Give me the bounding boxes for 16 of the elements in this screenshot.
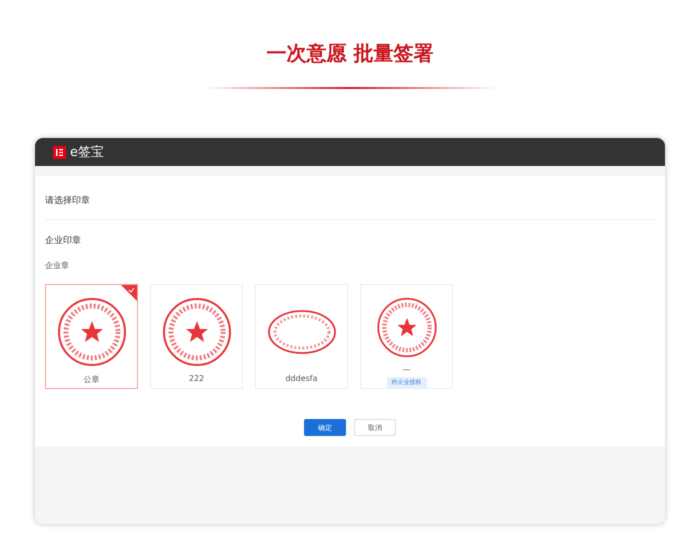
seal-card[interactable]: dddesfa bbox=[255, 284, 348, 389]
logo-text: e签宝 bbox=[70, 144, 104, 161]
seal-name: dddesfa bbox=[285, 374, 318, 383]
seal-drawing bbox=[56, 297, 126, 367]
seal-card[interactable]: 公章 bbox=[45, 284, 138, 389]
logo-icon bbox=[53, 146, 66, 158]
seal-card[interactable]: 222 bbox=[150, 284, 243, 389]
seal-name: 公章 bbox=[84, 374, 100, 385]
check-corner-icon bbox=[121, 285, 137, 301]
group-label: 企业章 bbox=[45, 260, 70, 271]
section-heading: 企业印章 bbox=[45, 234, 82, 247]
seal-name: 222 bbox=[188, 374, 204, 383]
dialog-title: 请选择印章 bbox=[45, 176, 655, 220]
headline: 一次意愿 批量签署 bbox=[266, 40, 434, 67]
seal-name: — bbox=[402, 365, 410, 374]
seal-drawing bbox=[162, 297, 232, 367]
